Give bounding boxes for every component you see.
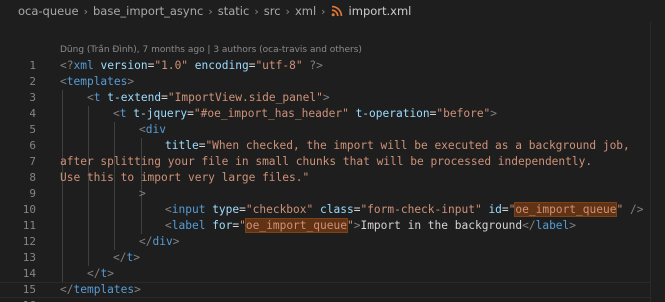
search-match-highlight: oe_import_queue <box>514 202 618 217</box>
line-number: 3 <box>29 91 36 104</box>
line-number: 2 <box>29 75 36 88</box>
code-line-12: </div> <box>139 235 180 248</box>
line-number: 15 <box>22 283 36 296</box>
code-line-3: <t t-extend="ImportView.side_panel"> <box>87 91 330 104</box>
vertical-scrollbar[interactable] <box>650 22 665 302</box>
line-number: 10 <box>22 203 36 216</box>
breadcrumb-separator: › <box>254 4 259 18</box>
code-line-5: <div <box>139 123 166 136</box>
search-match-highlight: oe_import_queue <box>244 218 348 233</box>
line-number: 5 <box>29 123 36 136</box>
code-line-10: <input type="checkbox" class="form-check… <box>165 202 644 217</box>
line-number: 6 <box>29 139 36 152</box>
line-number: 4 <box>29 107 36 120</box>
line-number: 13 <box>22 251 36 264</box>
git-blame-codelens[interactable]: Dũng (Trần Đình), 7 months ago | 3 autho… <box>60 45 362 55</box>
line-number: 1 <box>29 59 36 72</box>
line-number: 16 <box>0 298 36 302</box>
breadcrumb-item-src[interactable]: src <box>264 4 281 18</box>
code-line-4: <t t-jquery="#oe_import_has_header" t-op… <box>113 107 498 120</box>
breadcrumb-separator: › <box>208 4 213 18</box>
line-number: 8 <box>29 171 36 184</box>
code-line-15: </templates> <box>60 283 141 296</box>
breadcrumb-separator: › <box>83 4 88 18</box>
code-line-7: after splitting your file in small chunk… <box>60 155 593 168</box>
indent-guide <box>114 122 115 250</box>
code-line-8: Use this to import very large files." <box>60 171 310 184</box>
code-line-6: title="When checked, the import will be … <box>165 139 630 152</box>
breadcrumb-item-oca-queue[interactable]: oca-queue <box>18 4 79 18</box>
code-line-14: </t> <box>87 267 114 280</box>
code-line-2: <templates> <box>60 75 135 88</box>
line-number: 12 <box>22 235 36 248</box>
indent-guide <box>88 106 89 266</box>
code-line-9: > <box>139 187 146 200</box>
line-number: 7 <box>29 155 36 168</box>
breadcrumb-separator: › <box>285 4 290 18</box>
code-line-13: </t> <box>113 251 140 264</box>
breadcrumb-item-base-import-async[interactable]: base_import_async <box>93 4 203 18</box>
code-line-1: <?xml version="1.0" encoding="utf-8" ?> <box>60 59 323 72</box>
breadcrumb: oca-queue › base_import_async › static ›… <box>0 0 665 22</box>
code-line-11: <label for="oe_import_queue">Import in t… <box>165 218 577 233</box>
rss-icon <box>331 5 344 18</box>
breadcrumb-item-import-xml[interactable]: import.xml <box>349 4 412 18</box>
indent-guide <box>62 90 63 282</box>
breadcrumb-separator: › <box>321 4 326 18</box>
line-number: 11 <box>22 219 36 232</box>
breadcrumb-item-static[interactable]: static <box>218 4 250 18</box>
breadcrumb-item-xml[interactable]: xml <box>295 4 316 18</box>
line-number: 14 <box>22 267 36 280</box>
code-editor[interactable]: 1 2 3 4 5 6 7 8 9 10 11 12 13 14 15 16 D… <box>0 22 665 302</box>
line-number: 9 <box>29 187 36 200</box>
